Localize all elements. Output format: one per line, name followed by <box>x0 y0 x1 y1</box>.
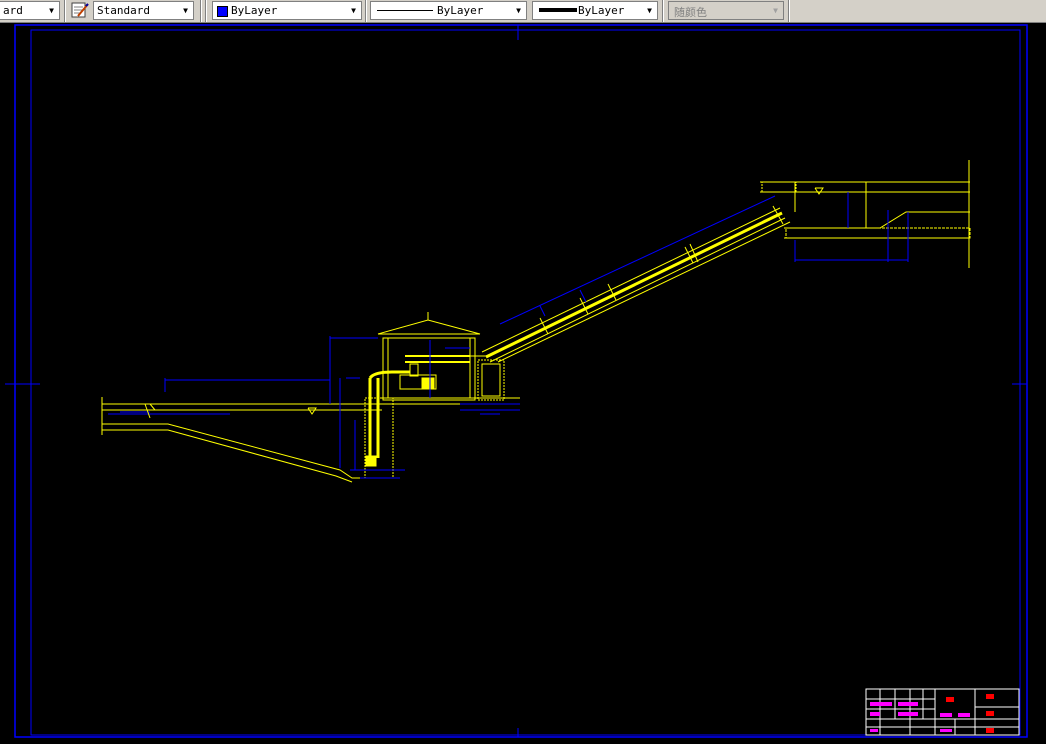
linetype-combo[interactable]: ByLayer ▼ <box>370 1 527 20</box>
water-level-symbols <box>144 187 824 419</box>
text-style-value: ard <box>3 4 23 17</box>
color-value: ByLayer <box>231 4 278 17</box>
sheet-inner-border <box>30 29 1021 736</box>
dimension-style-icon[interactable] <box>70 1 90 20</box>
color-swatch <box>217 6 228 17</box>
lineweight-sample <box>539 8 577 12</box>
pump-station-section <box>101 160 971 483</box>
dim-style-combo[interactable]: Standard ▼ <box>93 1 194 20</box>
linetype-sample <box>377 10 433 11</box>
drawing-canvas[interactable] <box>0 23 1046 744</box>
dim-style-value: Standard <box>97 4 150 17</box>
dimension-lines <box>108 192 909 479</box>
chevron-down-icon[interactable]: ▼ <box>178 2 193 19</box>
chevron-down-icon: ▼ <box>773 6 778 15</box>
chevron-down-icon[interactable]: ▼ <box>511 2 526 19</box>
title-block <box>865 688 1020 736</box>
chevron-down-icon[interactable]: ▼ <box>642 2 657 19</box>
plot-style-combo: 随颜色 ▼ <box>668 1 784 20</box>
text-style-combo[interactable]: ard ▼ <box>0 1 60 20</box>
properties-toolbar: ard ▼ Standard ▼ ByLayer ▼ ByLayer ▼ ByL… <box>0 0 1046 23</box>
sheet-outer-border <box>14 24 1028 738</box>
cad-drawing <box>5 24 1028 738</box>
chevron-down-icon[interactable]: ▼ <box>44 2 59 19</box>
chevron-down-icon[interactable]: ▼ <box>346 2 361 19</box>
color-combo[interactable]: ByLayer ▼ <box>212 1 362 20</box>
plot-style-value: 随颜色 <box>674 6 707 19</box>
linetype-value: ByLayer <box>437 4 484 17</box>
lineweight-value: ByLayer <box>578 4 625 17</box>
lineweight-combo[interactable]: ByLayer ▼ <box>532 1 658 20</box>
